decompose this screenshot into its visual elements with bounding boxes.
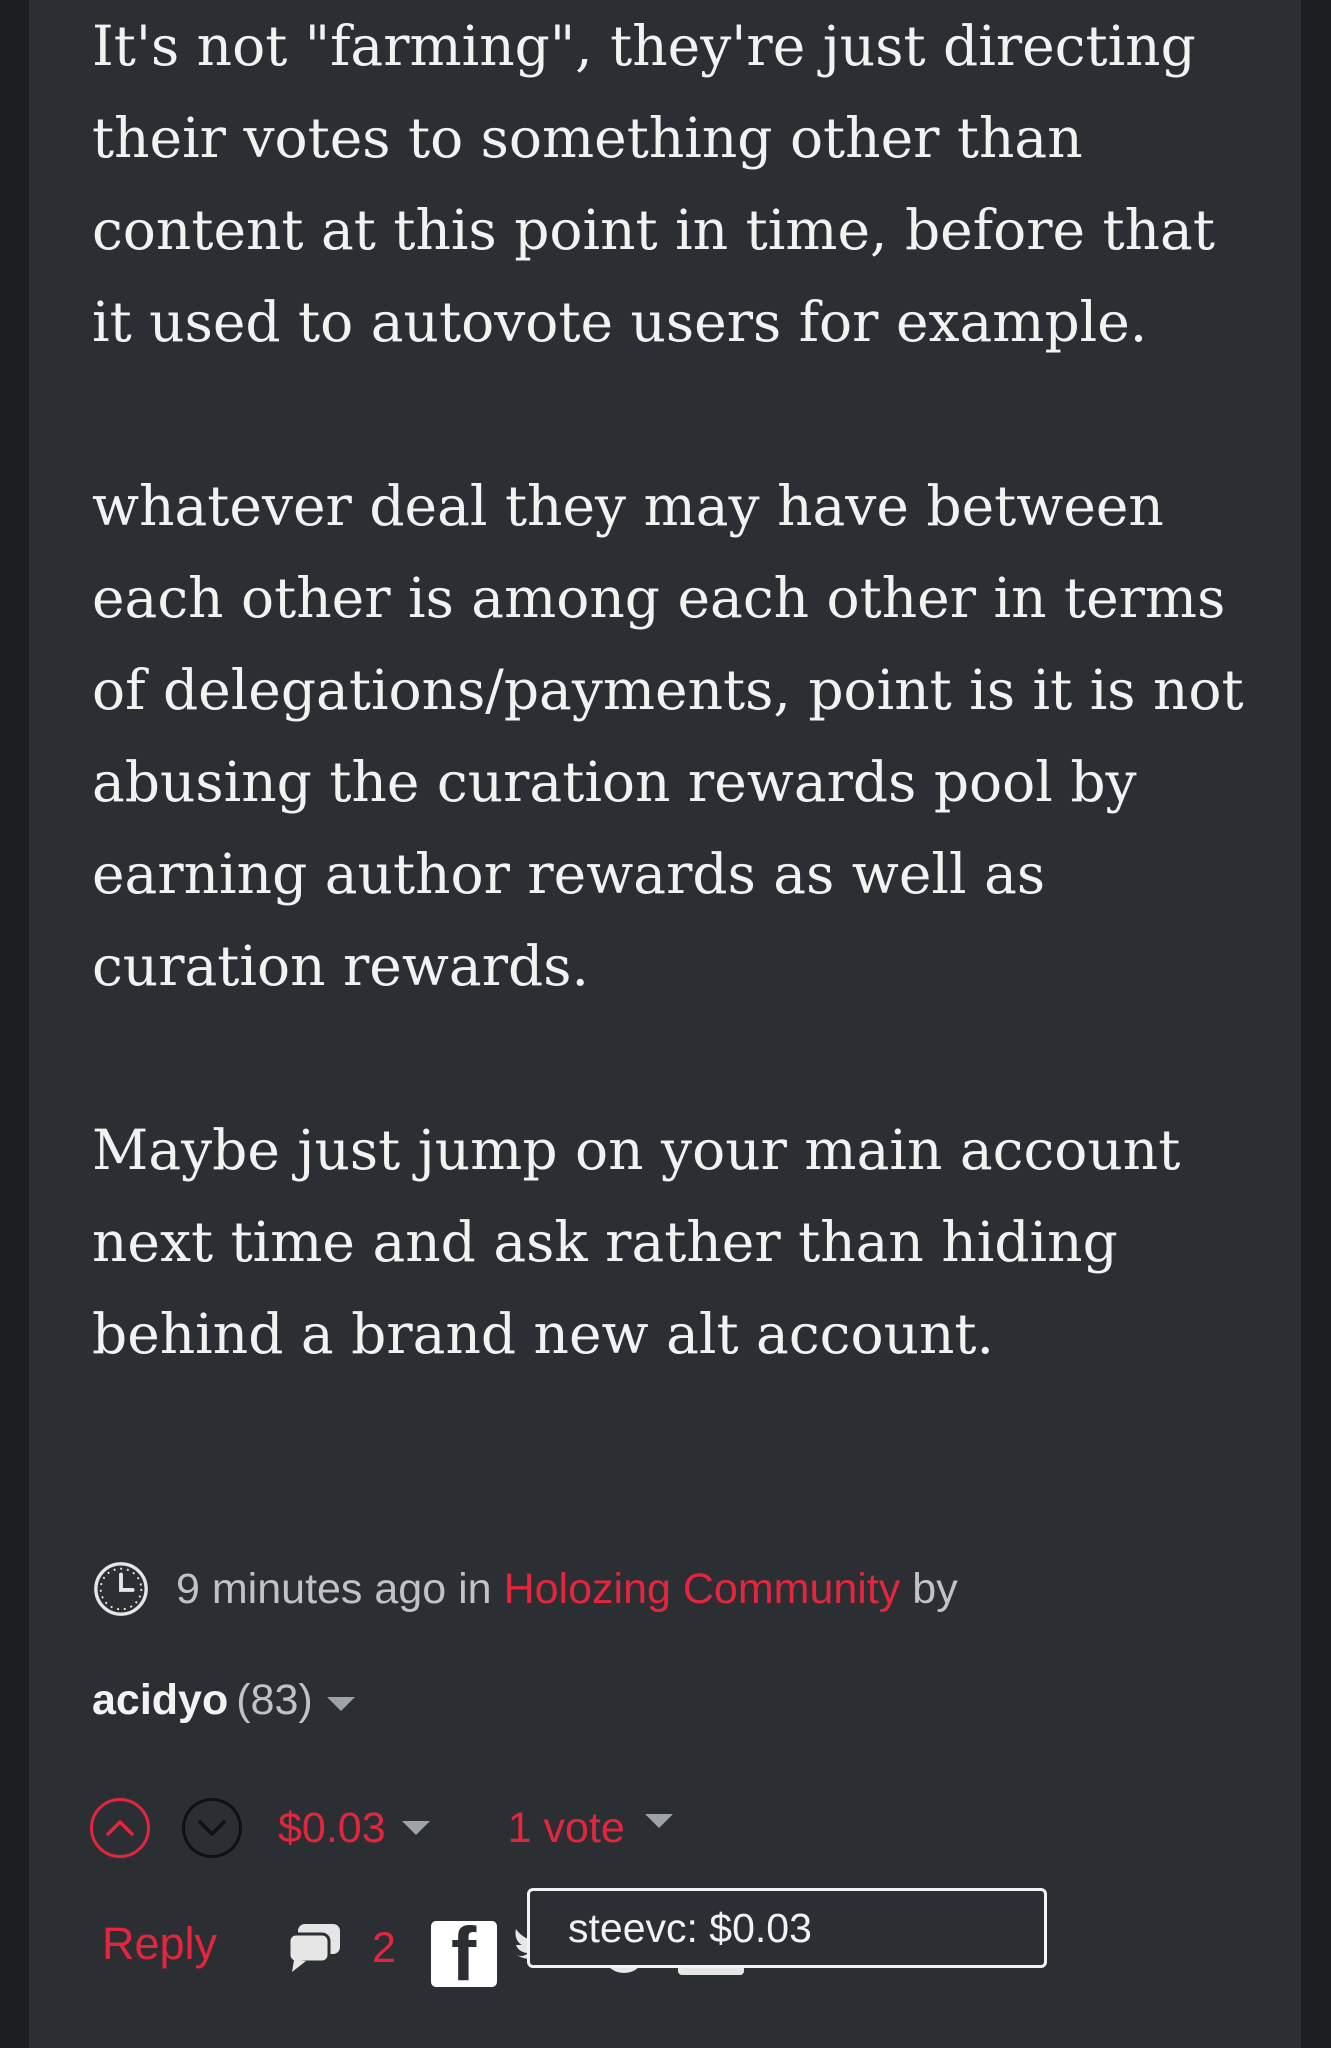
comment-paragraph: whatever deal they may have between each… [92,474,1244,998]
comment-paragraph: It's not "farming", they're just directi… [92,14,1215,354]
in-label: in [458,1564,492,1613]
facebook-icon[interactable]: f [431,1921,497,1987]
author-reputation: (83) [236,1676,313,1724]
downvote-button[interactable] [182,1798,242,1858]
reply-button[interactable]: Reply [102,1918,217,1970]
vote-bar: $0.03 1 vote [90,1796,673,1860]
voter-payout-text: steevc: $0.03 [568,1904,812,1951]
chevron-down-icon[interactable] [326,1696,355,1711]
comments-icon [287,1924,340,1972]
author-info: acidyo (83) [92,1676,355,1725]
payout-amount[interactable]: $0.03 [278,1804,386,1853]
vote-count[interactable]: 1 vote [508,1804,625,1853]
comment-paragraph: Maybe just jump on your main account nex… [92,1118,1181,1366]
clock-icon [94,1562,148,1616]
comments-link[interactable]: 2 [286,1922,396,1974]
community-link[interactable]: Holozing Community [504,1565,901,1614]
chevron-down-icon[interactable] [401,1821,430,1835]
downvote-chevron-icon [198,1820,226,1836]
comment-count: 2 [372,1923,396,1972]
author-name[interactable]: acidyo [92,1676,228,1725]
by-label: by [912,1564,958,1613]
upvote-chevron-icon [106,1820,134,1836]
timestamp: 9 minutes ago [176,1564,447,1613]
comment-body: It's not "farming", they're just directi… [92,0,1252,1380]
comment-meta: 9 minutes ago in Holozing Community by [92,1558,970,1620]
chevron-down-icon[interactable] [644,1814,673,1828]
upvote-button[interactable] [90,1798,150,1858]
voter-tooltip: steevc: $0.03 [527,1888,1047,1968]
